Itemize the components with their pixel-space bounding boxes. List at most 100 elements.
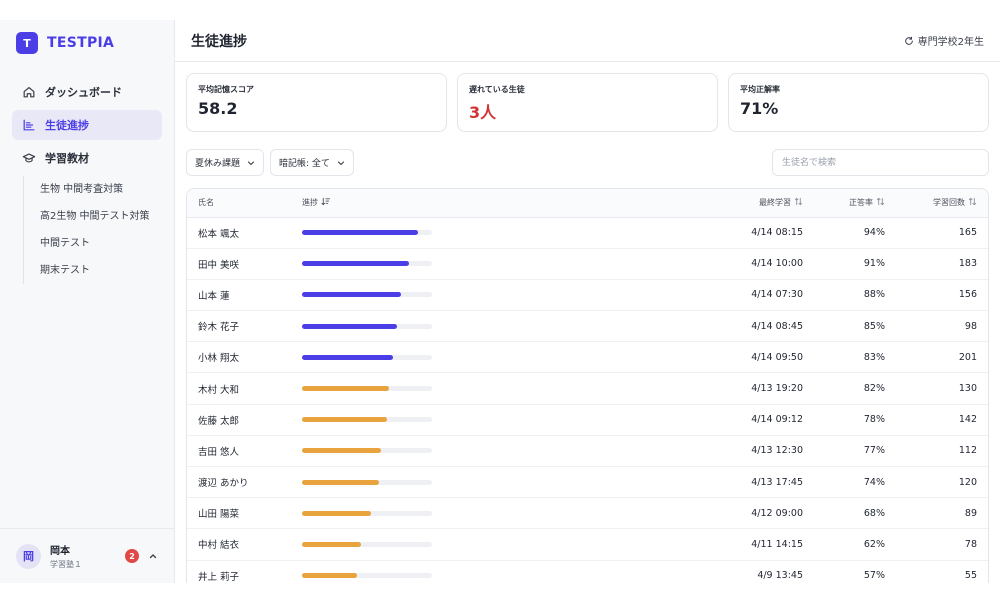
accuracy-rate: 94% (814, 217, 896, 249)
student-name: 松本 颯太 (187, 217, 291, 249)
last-study: 4/14 08:45 (551, 310, 814, 343)
table-row[interactable]: 小林 翔太 4/14 09:50 83% 201 (187, 341, 988, 374)
col-header-progress[interactable]: 進捗 (291, 189, 551, 218)
stat-label: 遅れている生徒 (469, 85, 525, 94)
stat-card-memory-score: 平均記憶スコア 58.2 (186, 73, 447, 132)
table-row[interactable]: 鈴木 花子 4/14 08:45 85% 98 (187, 310, 988, 343)
table-row[interactable]: 井上 莉子 4/9 13:45 57% 55 (187, 560, 988, 583)
material-item[interactable]: 高2生物 中間テスト対策 (40, 203, 162, 230)
sidebar-item-dashboard[interactable]: ダッシュボード (12, 77, 162, 107)
progress-bar-fill (302, 448, 382, 454)
sidebar-item-progress[interactable]: 生徒進捗 (12, 110, 162, 140)
col-header-study-count[interactable]: 学習回数 (896, 189, 988, 218)
study-count: 55 (896, 560, 988, 583)
sort-icon (876, 197, 885, 206)
last-study: 4/9 13:45 (551, 560, 814, 583)
sidebar-nav: ダッシュボード 生徒進捗 学習教材 生物 中間考査対策 高2生物 中間テスト対策… (0, 58, 174, 284)
progress-cell (291, 497, 551, 530)
assignment-dropdown-label: 夏休み課題 (195, 159, 241, 169)
student-name: 山田 陽菜 (187, 497, 291, 530)
progress-bar (302, 230, 432, 236)
table-row[interactable]: 山田 陽菜 4/12 09:00 68% 89 (187, 497, 988, 530)
table-row[interactable]: 田中 美咲 4/14 10:00 91% 183 (187, 248, 988, 280)
sidebar-item-materials[interactable]: 学習教材 (12, 143, 162, 173)
home-icon (22, 85, 36, 99)
students-table: 氏名 進捗 最終学習 正答率 学習回数 松本 颯太 4/14 08:15 94% 16… (186, 188, 989, 583)
study-count: 112 (896, 435, 988, 468)
table-body: 松本 颯太 4/14 08:15 94% 165 田中 美咲 4/14 10:00 91% 1… (187, 217, 988, 583)
assignment-dropdown[interactable]: 夏休み課題 (186, 149, 265, 176)
student-name: 木村 大和 (187, 372, 291, 405)
col-header-label: 進捗 (302, 198, 318, 208)
material-item[interactable]: 期末テスト (40, 257, 162, 284)
brand[interactable]: T TESTPIA (0, 20, 174, 58)
wordbook-dropdown[interactable]: 暗記帳: 全て (270, 149, 354, 176)
table-row[interactable]: 渡辺 あかり 4/13 17:45 74% 120 (187, 466, 988, 499)
col-header-accuracy[interactable]: 正答率 (814, 189, 896, 218)
page-title: 生徒進捗 (191, 33, 247, 50)
student-search-input[interactable] (772, 149, 989, 176)
study-count: 156 (896, 279, 988, 312)
sort-icon (968, 197, 977, 206)
chevron-down-icon (247, 160, 255, 165)
progress-cell (291, 404, 551, 436)
progress-cell (291, 560, 551, 583)
progress-cell (291, 466, 551, 499)
student-name: 山本 蓮 (187, 279, 291, 312)
progress-bar-fill (302, 323, 397, 329)
col-header-label: 学習回数 (933, 198, 965, 208)
table-header-row: 氏名 進捗 最終学習 正答率 学習回数 (187, 189, 988, 218)
table-row[interactable]: 中村 結衣 4/11 14:15 62% 78 (187, 528, 988, 561)
materials-list: 生物 中間考査対策 高2生物 中間テスト対策 中間テスト 期末テスト (23, 176, 162, 284)
material-item[interactable]: 中間テスト (40, 230, 162, 257)
last-study: 4/14 09:50 (551, 341, 814, 374)
sidebar-item-label: ダッシュボード (45, 86, 122, 99)
material-item[interactable]: 生物 中間考査対策 (40, 176, 162, 203)
accuracy-rate: 91% (814, 248, 896, 280)
top-bar: 生徒進捗 専門学校2年生 (175, 20, 1000, 62)
refresh-icon (904, 36, 913, 45)
progress-bar (302, 323, 432, 329)
student-name: 小林 翔太 (187, 341, 291, 374)
study-count: 201 (896, 341, 988, 374)
table-row[interactable]: 佐藤 太郎 4/14 09:12 78% 142 (187, 404, 988, 436)
table-row[interactable]: 山本 蓮 4/14 07:30 88% 156 (187, 279, 988, 312)
col-header-last-study[interactable]: 最終学習 (551, 189, 814, 218)
col-header-label: 氏名 (198, 198, 214, 208)
progress-bar (302, 292, 432, 298)
chart-icon (22, 118, 36, 132)
progress-cell (291, 310, 551, 343)
chevron-up-icon[interactable] (148, 551, 158, 561)
table-row[interactable]: 松本 颯太 4/14 08:15 94% 165 (187, 217, 988, 249)
progress-cell (291, 435, 551, 468)
notification-badge[interactable]: 2 (125, 549, 139, 563)
table-row[interactable]: 吉田 悠人 4/13 12:30 77% 112 (187, 435, 988, 468)
table-row[interactable]: 木村 大和 4/13 19:20 82% 130 (187, 372, 988, 405)
progress-bar (302, 386, 432, 392)
brand-name: TESTPIA (47, 35, 115, 51)
progress-bar-fill (302, 417, 387, 423)
stat-card-accuracy: 平均正解率 71% (728, 73, 989, 132)
progress-bar-fill (302, 354, 393, 360)
user-menu[interactable]: 岡 岡本 学習塾１ 2 (0, 528, 174, 583)
progress-cell (291, 217, 551, 249)
accuracy-rate: 77% (814, 435, 896, 468)
progress-bar-fill (302, 292, 401, 298)
study-count: 120 (896, 466, 988, 499)
filter-bar: 夏休み課題 暗記帳: 全て (175, 132, 1000, 176)
student-name: 吉田 悠人 (187, 435, 291, 468)
sidebar: T TESTPIA ダッシュボード 生徒進捗 学習教材 生物 中間考査対策 高2… (0, 20, 175, 583)
progress-bar (302, 479, 432, 485)
study-count: 130 (896, 372, 988, 405)
progress-bar-fill (302, 573, 357, 579)
accuracy-rate: 82% (814, 372, 896, 405)
last-study: 4/13 12:30 (551, 435, 814, 468)
progress-bar (302, 448, 432, 454)
last-study: 4/13 17:45 (551, 466, 814, 499)
stat-label: 平均記憶スコア (198, 85, 254, 94)
last-study: 4/14 09:12 (551, 404, 814, 436)
stat-value: 71% (740, 99, 779, 118)
school-selector[interactable]: 専門学校2年生 (904, 33, 984, 48)
col-header-name[interactable]: 氏名 (187, 189, 291, 218)
last-study: 4/14 08:15 (551, 217, 814, 249)
